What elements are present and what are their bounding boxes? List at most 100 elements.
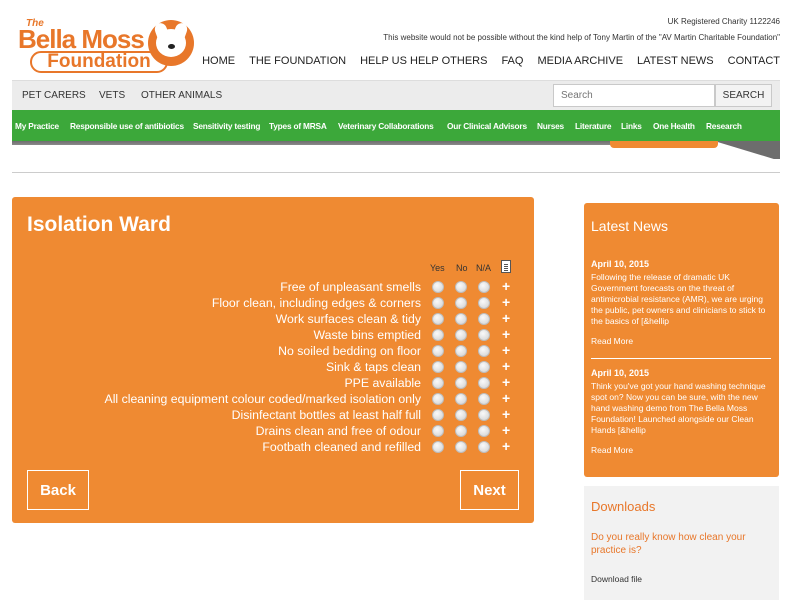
nav-one-health[interactable]: One Health bbox=[653, 121, 695, 131]
col-yes: Yes bbox=[430, 263, 445, 273]
radio-no[interactable] bbox=[455, 409, 467, 421]
add-note-button[interactable]: + bbox=[502, 310, 510, 326]
radio-yes[interactable] bbox=[432, 297, 444, 309]
nav-pet-carers[interactable]: PET CARERS bbox=[22, 90, 86, 101]
add-note-button[interactable]: + bbox=[502, 390, 510, 406]
radio-no[interactable] bbox=[455, 297, 467, 309]
radio-na[interactable] bbox=[478, 329, 490, 341]
news-item: April 10, 2015 Following the release of … bbox=[591, 259, 773, 347]
add-note-button[interactable]: + bbox=[502, 358, 510, 374]
radio-na[interactable] bbox=[478, 409, 490, 421]
radio-na[interactable] bbox=[478, 361, 490, 373]
radio-na[interactable] bbox=[478, 377, 490, 389]
nav-vet-collaborations[interactable]: Veterinary Collaborations bbox=[338, 121, 434, 131]
add-note-button[interactable]: + bbox=[502, 374, 510, 390]
checklist-row: Footbath cleaned and refilled + bbox=[12, 438, 534, 455]
bella-moss-logo[interactable]: The Bella Moss Foundation bbox=[16, 16, 196, 74]
back-button[interactable]: Back bbox=[27, 470, 89, 510]
radio-yes[interactable] bbox=[432, 313, 444, 325]
banner-edge bbox=[12, 141, 780, 159]
nav-clinical-advisors[interactable]: Our Clinical Advisors bbox=[447, 121, 527, 131]
checklist-item-label: Disinfectant bottles at least half full bbox=[231, 408, 421, 422]
nav-types-of-mrsa[interactable]: Types of MRSA bbox=[269, 121, 327, 131]
radio-no[interactable] bbox=[455, 345, 467, 357]
nav-vets[interactable]: VETS bbox=[99, 90, 125, 101]
news-date: April 10, 2015 bbox=[591, 368, 650, 378]
search-button[interactable]: SEARCH bbox=[715, 84, 772, 107]
vets-subnav: My Practice Responsible use of antibioti… bbox=[12, 110, 780, 141]
nav-sensitivity-testing[interactable]: Sensitivity testing bbox=[193, 121, 260, 131]
nav-latest-news[interactable]: LATEST NEWS bbox=[630, 55, 721, 67]
add-note-button[interactable]: + bbox=[502, 278, 510, 294]
checklist-item-label: PPE available bbox=[344, 376, 421, 390]
add-note-button[interactable]: + bbox=[502, 326, 510, 342]
checklist-item-label: Free of unpleasant smells bbox=[280, 280, 421, 294]
radio-yes[interactable] bbox=[432, 361, 444, 373]
nav-home[interactable]: HOME bbox=[195, 55, 242, 67]
radio-yes[interactable] bbox=[432, 281, 444, 293]
checklist-item-label: No soiled bedding on floor bbox=[278, 344, 421, 358]
nav-links[interactable]: Links bbox=[621, 121, 642, 131]
sponsor-thanks: This website would not be possible witho… bbox=[383, 33, 780, 42]
add-note-button[interactable]: + bbox=[502, 342, 510, 358]
nav-other-animals[interactable]: OTHER ANIMALS bbox=[141, 90, 222, 101]
checklist-item-label: All cleaning equipment colour coded/mark… bbox=[104, 392, 422, 406]
checklist-row: Floor clean, including edges & corners + bbox=[12, 294, 534, 311]
add-note-button[interactable]: + bbox=[502, 294, 510, 310]
nav-literature[interactable]: Literature bbox=[575, 121, 611, 131]
add-note-button[interactable]: + bbox=[502, 438, 510, 454]
radio-yes[interactable] bbox=[432, 377, 444, 389]
checklist-item-label: Work surfaces clean & tidy bbox=[275, 312, 421, 326]
radio-na[interactable] bbox=[478, 281, 490, 293]
nav-help-us[interactable]: HELP US HELP OTHERS bbox=[353, 55, 494, 67]
checklist-row: Drains clean and free of odour + bbox=[12, 422, 534, 439]
checklist-row: Sink & taps clean + bbox=[12, 358, 534, 375]
nav-contact[interactable]: CONTACT bbox=[721, 55, 780, 67]
nav-the-foundation[interactable]: THE FOUNDATION bbox=[242, 55, 353, 67]
nav-research[interactable]: Research bbox=[706, 121, 742, 131]
nav-my-practice[interactable]: My Practice bbox=[15, 121, 59, 131]
radio-na[interactable] bbox=[478, 393, 490, 405]
radio-no[interactable] bbox=[455, 313, 467, 325]
radio-na[interactable] bbox=[478, 345, 490, 357]
radio-yes[interactable] bbox=[432, 441, 444, 453]
search-input[interactable] bbox=[553, 84, 715, 107]
nav-nurses[interactable]: Nurses bbox=[537, 121, 564, 131]
radio-no[interactable] bbox=[455, 361, 467, 373]
checklist-panel: Isolation Ward Yes No N/A Free of unplea… bbox=[12, 197, 534, 523]
nav-media-archive[interactable]: MEDIA ARCHIVE bbox=[530, 55, 630, 67]
radio-no[interactable] bbox=[455, 281, 467, 293]
read-more-link[interactable]: Read More bbox=[591, 336, 773, 347]
add-note-button[interactable]: + bbox=[502, 406, 510, 422]
radio-na[interactable] bbox=[478, 441, 490, 453]
nav-responsible-antibiotics[interactable]: Responsible use of antibiotics bbox=[70, 121, 184, 131]
radio-no[interactable] bbox=[455, 393, 467, 405]
add-note-button[interactable]: + bbox=[502, 422, 510, 438]
radio-na[interactable] bbox=[478, 313, 490, 325]
radio-no[interactable] bbox=[455, 329, 467, 341]
download-file-link[interactable]: Download file bbox=[591, 574, 642, 584]
downloads-title: Downloads bbox=[591, 499, 656, 514]
radio-no[interactable] bbox=[455, 377, 467, 389]
nav-faq[interactable]: FAQ bbox=[494, 55, 530, 67]
radio-na[interactable] bbox=[478, 425, 490, 437]
divider bbox=[12, 172, 780, 173]
report-document-icon[interactable] bbox=[501, 260, 511, 273]
main-nav: HOME THE FOUNDATION HELP US HELP OTHERS … bbox=[195, 55, 780, 67]
radio-no[interactable] bbox=[455, 425, 467, 437]
checklist-item-label: Waste bins emptied bbox=[313, 328, 421, 342]
next-button[interactable]: Next bbox=[460, 470, 519, 510]
radio-yes[interactable] bbox=[432, 409, 444, 421]
radio-no[interactable] bbox=[455, 441, 467, 453]
radio-yes[interactable] bbox=[432, 329, 444, 341]
news-date: April 10, 2015 bbox=[591, 259, 650, 269]
dog-logo-icon bbox=[148, 20, 194, 66]
checklist-item-label: Drains clean and free of odour bbox=[255, 424, 421, 438]
checklist-item-label: Footbath cleaned and refilled bbox=[262, 440, 421, 454]
radio-yes[interactable] bbox=[432, 425, 444, 437]
radio-yes[interactable] bbox=[432, 393, 444, 405]
radio-na[interactable] bbox=[478, 297, 490, 309]
read-more-link[interactable]: Read More bbox=[591, 445, 773, 456]
checklist-row: Disinfectant bottles at least half full + bbox=[12, 406, 534, 423]
radio-yes[interactable] bbox=[432, 345, 444, 357]
